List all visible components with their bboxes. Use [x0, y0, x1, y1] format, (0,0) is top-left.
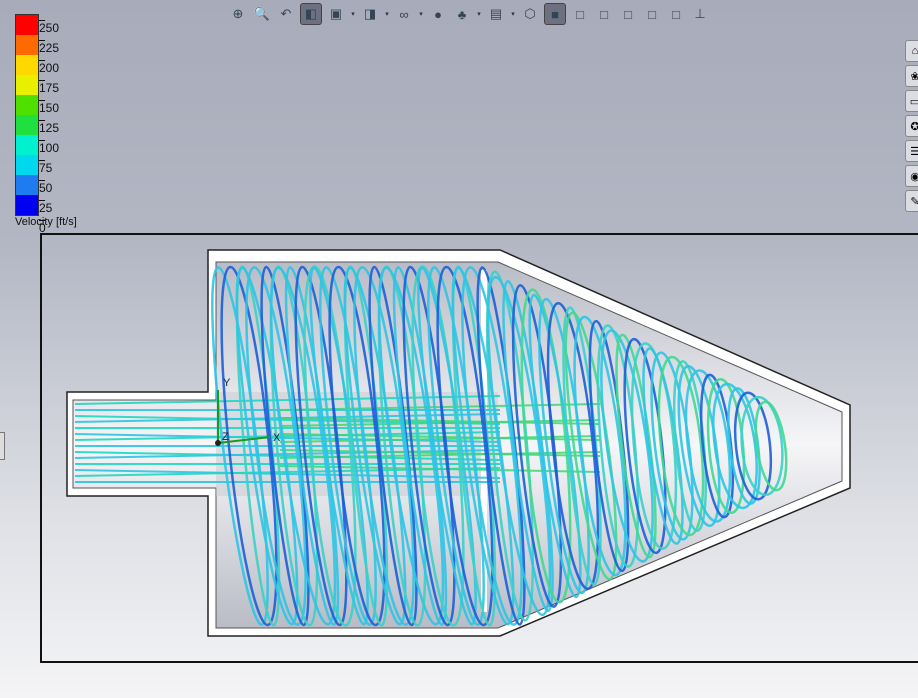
- triad-x-label: X: [273, 432, 281, 444]
- triad-y-label: Y: [223, 377, 231, 389]
- triad-z-label: Z: [222, 431, 229, 443]
- flow-trajectories-scene: X Y Z: [66, 249, 851, 637]
